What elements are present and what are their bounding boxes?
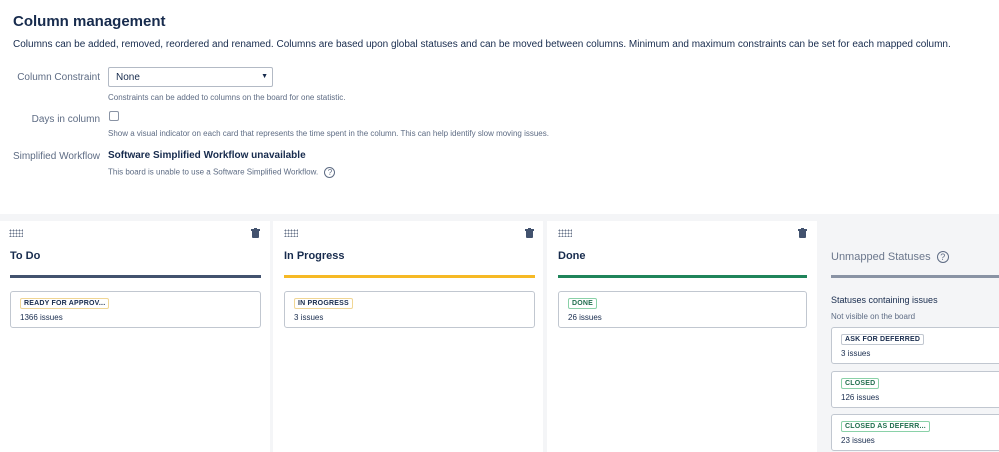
simplified-workflow-label: Simplified Workflow xyxy=(12,151,100,162)
status-lozenge: CLOSED xyxy=(841,378,880,389)
column-title[interactable]: Done xyxy=(558,250,586,262)
status-lozenge: READY FOR APPROV... xyxy=(20,298,110,309)
status-lozenge: IN PROGRESS xyxy=(294,298,353,309)
status-card[interactable]: CLOSED AS DEFERR... 23 issues xyxy=(831,414,999,451)
issue-count: 1366 issues xyxy=(20,313,63,322)
column-constraint-select[interactable]: None ▼ xyxy=(108,67,273,87)
status-card[interactable]: DONE 26 issues xyxy=(558,291,807,328)
workflow-help-label: This board is unable to use a Software S… xyxy=(108,167,319,177)
column-color-bar xyxy=(10,275,261,278)
status-card[interactable]: ASK FOR DEFERRED 3 issues xyxy=(831,327,999,364)
unmapped-note: Not visible on the board xyxy=(831,312,916,321)
days-help-text: Show a visual indicator on each card tha… xyxy=(108,129,549,138)
days-in-column-checkbox[interactable] xyxy=(109,111,119,121)
trash-icon[interactable] xyxy=(525,228,534,238)
column-color-bar xyxy=(284,275,535,278)
issue-count: 23 issues xyxy=(841,436,875,445)
unmapped-title-text: Unmapped Statuses xyxy=(831,251,931,263)
column-constraint-label: Column Constraint xyxy=(17,72,100,83)
column-title[interactable]: In Progress xyxy=(284,250,345,262)
unmapped-statuses-panel: Unmapped Statuses ? Statuses containing … xyxy=(818,221,999,452)
column-done[interactable]: Done DONE 26 issues xyxy=(547,221,817,452)
column-to-do[interactable]: To Do READY FOR APPROV... 1366 issues xyxy=(0,221,270,452)
status-lozenge: DONE xyxy=(568,298,598,309)
unmapped-subtitle: Statuses containing issues xyxy=(831,295,938,305)
page-title: Column management xyxy=(13,13,166,30)
days-in-column-label: Days in column xyxy=(31,114,100,125)
chevron-down-icon: ▼ xyxy=(261,73,268,80)
status-card[interactable]: READY FOR APPROV... 1366 issues xyxy=(10,291,261,328)
issue-count: 26 issues xyxy=(568,313,602,322)
workflow-help-text: This board is unable to use a Software S… xyxy=(108,167,336,178)
drag-handle-icon[interactable] xyxy=(558,229,572,237)
trash-icon[interactable] xyxy=(798,228,807,238)
unmapped-title: Unmapped Statuses ? xyxy=(831,251,949,263)
status-lozenge: CLOSED AS DEFERR... xyxy=(841,421,930,432)
drag-handle-icon[interactable] xyxy=(284,229,298,237)
issue-count: 3 issues xyxy=(841,349,871,358)
issue-count: 126 issues xyxy=(841,393,880,402)
unmapped-color-bar xyxy=(831,275,999,278)
constraint-help-text: Constraints can be added to columns on t… xyxy=(108,93,346,102)
status-card[interactable]: CLOSED 126 issues xyxy=(831,371,999,408)
status-card[interactable]: IN PROGRESS 3 issues xyxy=(284,291,535,328)
column-color-bar xyxy=(558,275,807,278)
issue-count: 3 issues xyxy=(294,313,324,322)
column-title[interactable]: To Do xyxy=(10,250,40,262)
column-in-progress[interactable]: In Progress IN PROGRESS 3 issues xyxy=(273,221,543,452)
page-description: Columns can be added, removed, reordered… xyxy=(13,39,951,50)
simplified-workflow-value: Software Simplified Workflow unavailable xyxy=(108,150,306,161)
help-icon[interactable]: ? xyxy=(324,167,336,178)
status-lozenge: ASK FOR DEFERRED xyxy=(841,334,925,345)
drag-handle-icon[interactable] xyxy=(9,229,23,237)
help-icon[interactable]: ? xyxy=(936,251,949,263)
select-value: None xyxy=(116,72,140,83)
trash-icon[interactable] xyxy=(251,228,260,238)
